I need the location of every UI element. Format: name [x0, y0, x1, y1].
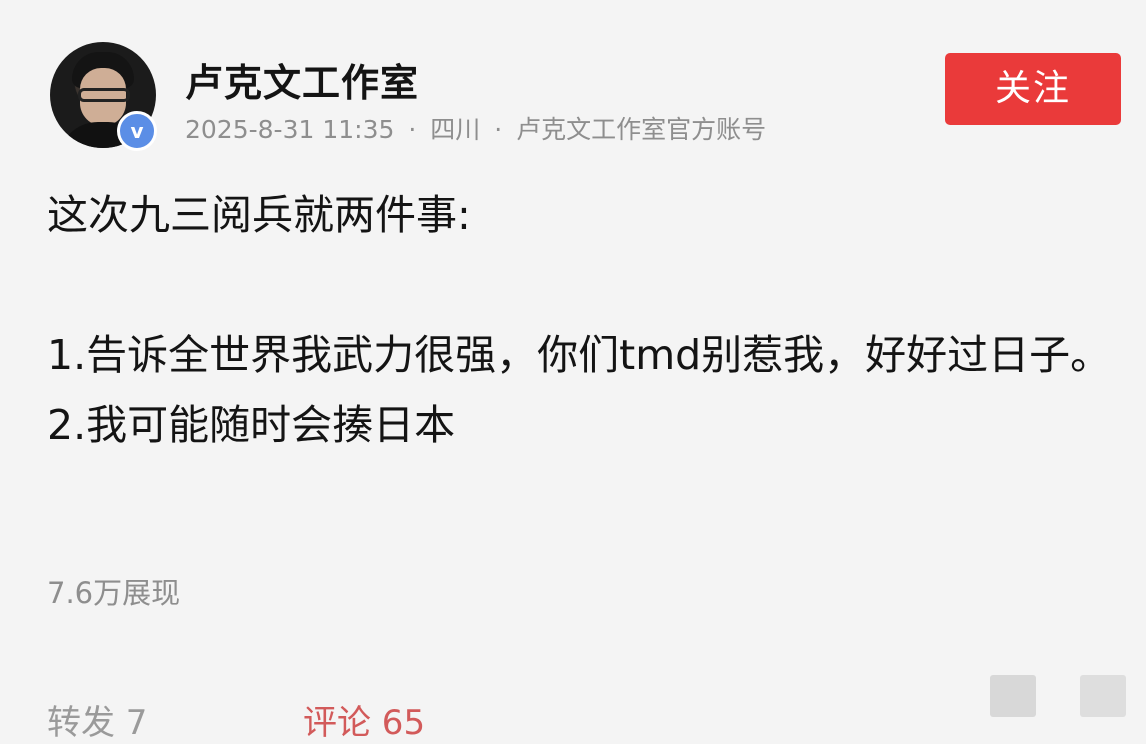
post-point-2: 2.我可能随时会揍日本 — [47, 401, 456, 449]
post-meta: 2025-8-31 11:35 · 四川 · 卢克文工作室官方账号 — [185, 110, 772, 146]
meta-separator: · — [408, 115, 417, 144]
meta-separator: · — [494, 115, 503, 144]
post-location: 四川 — [430, 115, 481, 144]
repost-button[interactable]: 转发 7 — [47, 695, 147, 744]
comment-button[interactable]: 评论 65 — [303, 695, 425, 744]
view-count: 7.6万展现 — [47, 576, 181, 610]
avatar-glasses — [78, 88, 130, 102]
post-point-1: 1.告诉全世界我武力很强，你们tmd别惹我，好好过日子。 — [47, 331, 1112, 379]
verified-badge-icon: v — [117, 111, 157, 151]
post-actions: 转发 7 评论 65 — [47, 695, 425, 744]
author-name[interactable]: 卢克文工作室 — [185, 52, 419, 107]
post-intro: 这次九三阅兵就两件事: — [47, 191, 471, 239]
blurred-icon — [1080, 675, 1126, 717]
post-timestamp: 2025-8-31 11:35 — [185, 115, 395, 144]
blurred-icon — [990, 675, 1036, 717]
account-type: 卢克文工作室官方账号 — [516, 115, 767, 144]
follow-button[interactable]: 关注 — [945, 53, 1121, 125]
post-content: 这次九三阅兵就两件事: 1.告诉全世界我武力很强，你们tmd别惹我，好好过日子。… — [47, 180, 1122, 460]
weibo-post: v 卢克文工作室 2025-8-31 11:35 · 四川 · 卢克文工作室官方… — [0, 0, 1146, 744]
